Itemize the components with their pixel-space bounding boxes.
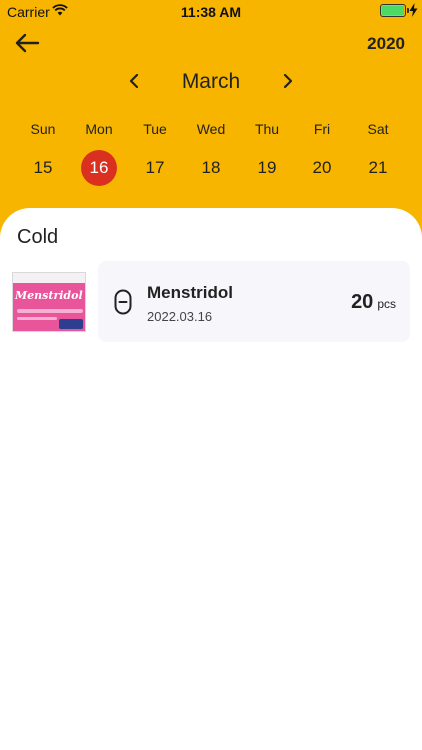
prev-month-button[interactable] <box>126 71 142 91</box>
charging-bolt-icon <box>409 3 418 17</box>
day-cell[interactable]: 15 <box>25 150 61 186</box>
medicine-card[interactable]: Menstridol 2022.03.16 20 pcs <box>98 261 410 342</box>
pill-icon <box>114 289 132 315</box>
medicine-date: 2022.03.16 <box>147 309 213 324</box>
day-cell[interactable]: 21 <box>360 150 396 186</box>
status-bar: Carrier 11:38 AM <box>0 0 422 24</box>
next-month-button[interactable] <box>280 71 296 91</box>
back-button[interactable] <box>12 30 42 56</box>
medicine-quantity: 20 pcs <box>351 291 396 314</box>
weekday-sun: Sun <box>30 121 56 137</box>
category-title: Cold <box>17 226 59 248</box>
medicine-sheet: Cold Menstridol Menstridol 2022.03.16 20… <box>0 208 422 750</box>
day-cell[interactable]: 18 <box>193 150 229 186</box>
day-cell-selected[interactable]: 16 <box>81 150 117 186</box>
month-title: March <box>181 70 241 93</box>
quantity-unit: pcs <box>377 297 396 311</box>
year-label: 2020 <box>367 34 405 53</box>
day-cell[interactable]: 20 <box>304 150 340 186</box>
quantity-value: 20 <box>351 291 374 313</box>
calendar-header: Carrier 11:38 AM 2020 March Sun Mon Tue … <box>0 0 422 240</box>
day-cell[interactable]: 17 <box>137 150 173 186</box>
day-cell[interactable]: 19 <box>249 150 285 186</box>
medicine-image-brand: Menstridol <box>15 289 83 302</box>
status-time: 11:38 AM <box>180 4 242 20</box>
medicine-name: Menstridol <box>147 283 233 302</box>
medicine-image: Menstridol <box>12 272 86 332</box>
weekday-wed: Wed <box>196 121 226 137</box>
weekday-thu: Thu <box>254 121 280 137</box>
weekday-tue: Tue <box>143 121 167 137</box>
weekday-sat: Sat <box>367 121 389 137</box>
battery-icon <box>380 4 409 17</box>
weekday-fri: Fri <box>313 121 331 137</box>
weekday-mon: Mon <box>85 121 113 137</box>
